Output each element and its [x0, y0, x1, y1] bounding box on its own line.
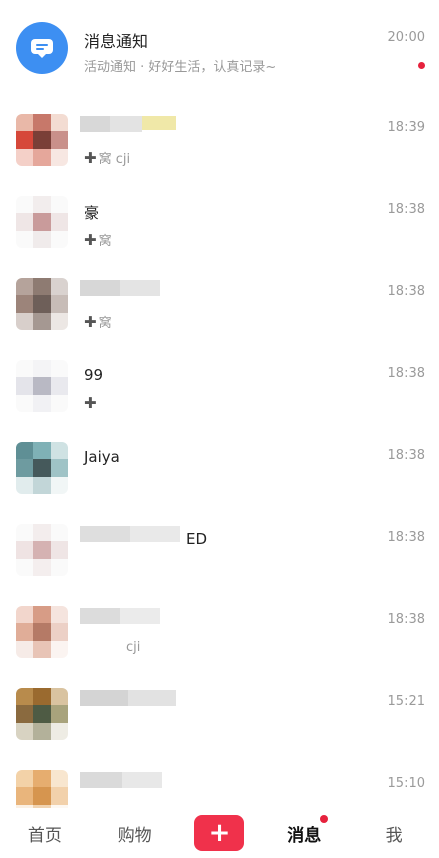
redacted-name [80, 690, 180, 740]
timestamp: 18:39 [387, 120, 425, 135]
message-bubble-icon [31, 39, 53, 58]
publish-button[interactable]: + [194, 815, 245, 851]
unread-dot [320, 814, 329, 823]
conversation-preview: ✚ [84, 394, 99, 412]
message-list: 消息通知 活动通知 · 好好生活，认真记录~ 20:00 ✚ 窝 cji 18:3… [0, 0, 439, 838]
conversation-name: 豪 [84, 204, 100, 222]
tab-me[interactable]: 我 [364, 821, 424, 846]
conversation-name: ED [186, 530, 208, 548]
avatar [16, 688, 68, 740]
conversation-preview: ✚ 窝 [84, 313, 112, 331]
conversation-preview: cji [126, 640, 141, 655]
avatar [16, 196, 68, 248]
list-item[interactable]: cji 18:38 [0, 592, 439, 674]
plus-icon: ✚ [84, 231, 97, 249]
list-item[interactable]: ✚ 窝 cji 18:39 [0, 100, 439, 182]
conversation-preview: 活动通知 · 好好生活，认真记录~ [84, 60, 277, 75]
timestamp: 18:38 [387, 448, 425, 463]
conversation-name: 消息通知 [84, 32, 149, 51]
avatar [16, 278, 68, 330]
timestamp: 18:38 [387, 284, 425, 299]
conversation-preview: ✚ 窝 cji [84, 149, 131, 167]
tab-shop[interactable]: 购物 [105, 821, 165, 846]
tab-home[interactable]: 首页 [15, 821, 75, 846]
list-item[interactable]: 豪 ✚ 窝 18:38 [0, 182, 439, 264]
conversation-name: 99 [84, 366, 104, 384]
timestamp: 18:38 [387, 530, 425, 545]
list-item[interactable]: 99 ✚ 18:38 [0, 346, 439, 428]
list-item-notifications[interactable]: 消息通知 活动通知 · 好好生活，认真记录~ 20:00 [0, 0, 439, 100]
timestamp: 20:00 [387, 30, 425, 45]
timestamp: 18:38 [387, 366, 425, 381]
plus-icon: ✚ [84, 394, 97, 412]
avatar [16, 22, 68, 74]
tab-messages-label: 消息 [287, 825, 322, 846]
avatar [16, 114, 68, 166]
timestamp: 18:38 [387, 612, 425, 627]
avatar [16, 360, 68, 412]
unread-dot [418, 62, 425, 69]
plus-icon: ✚ [84, 149, 97, 167]
conversation-name: Jaiya [84, 448, 120, 466]
timestamp: 15:21 [387, 694, 425, 709]
conversation-preview: ✚ 窝 [84, 231, 112, 249]
list-item[interactable]: ED 18:38 [0, 510, 439, 592]
timestamp: 18:38 [387, 202, 425, 217]
list-item[interactable]: 15:21 [0, 674, 439, 756]
list-item[interactable]: Jaiya 18:38 [0, 428, 439, 510]
plus-icon: ✚ [84, 313, 97, 331]
tab-messages[interactable]: 消息 [274, 814, 334, 846]
timestamp: 15:10 [387, 776, 425, 791]
bottom-tab-bar: 首页 购物 + 消息 我 [0, 808, 439, 858]
avatar [16, 524, 68, 576]
avatar [16, 606, 68, 658]
redacted-name [80, 526, 180, 576]
list-item[interactable]: ✚ 窝 18:38 [0, 264, 439, 346]
avatar [16, 442, 68, 494]
